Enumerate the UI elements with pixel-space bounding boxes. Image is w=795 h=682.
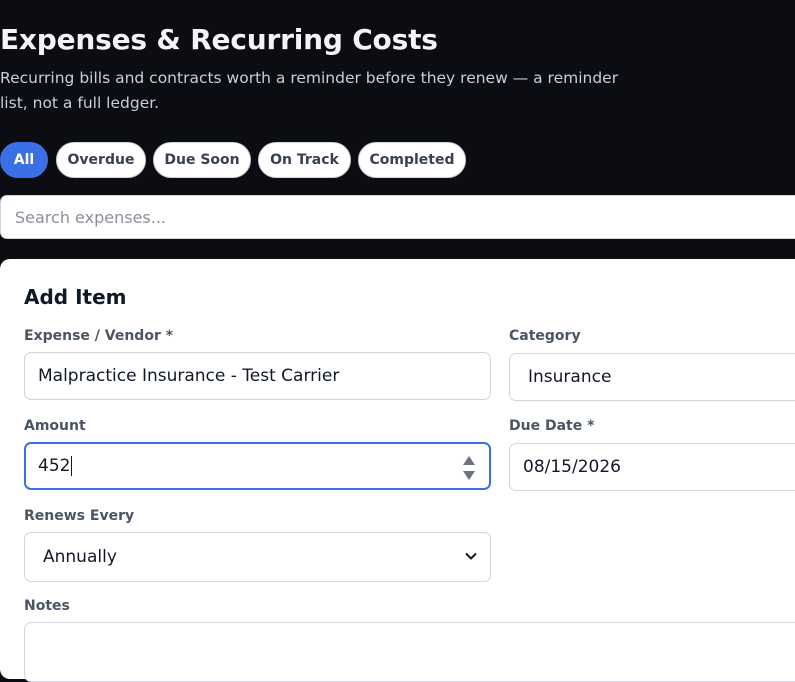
- renews-value: Annually: [43, 547, 117, 567]
- filter-chip-on-track[interactable]: On Track: [258, 142, 351, 178]
- filter-chip-label: Completed: [369, 152, 455, 168]
- filter-chip-due-soon[interactable]: Due Soon: [153, 142, 251, 178]
- category-label: Category: [509, 328, 581, 344]
- due-date-label: Due Date *: [509, 418, 595, 434]
- filter-chip-label: Overdue: [67, 152, 135, 168]
- number-spinner[interactable]: [463, 456, 475, 480]
- page-subtitle: Recurring bills and contracts worth a re…: [0, 69, 619, 112]
- filter-chip-label: All: [13, 152, 35, 168]
- card-title: Add Item: [24, 285, 127, 309]
- filter-chip-completed[interactable]: Completed: [358, 142, 466, 178]
- vendor-label: Expense / Vendor *: [24, 328, 174, 344]
- category-select[interactable]: Insurance: [509, 353, 795, 401]
- amount-field[interactable]: 452: [24, 442, 491, 490]
- amount-value: 452: [38, 456, 71, 476]
- filter-chip-overdue[interactable]: Overdue: [56, 142, 146, 178]
- vendor-value: Malpractice Insurance - Test Carrier: [38, 366, 340, 386]
- due-date-field[interactable]: 08/15/2026: [509, 443, 795, 491]
- page-title: Expenses & Recurring Costs: [0, 23, 438, 56]
- filter-chip-all[interactable]: All: [0, 142, 48, 178]
- category-value: Insurance: [528, 367, 612, 387]
- due-date-value: 08/15/2026: [523, 457, 621, 477]
- amount-label: Amount: [24, 418, 86, 434]
- chevron-down-icon: [465, 552, 477, 560]
- notes-textarea[interactable]: [24, 622, 795, 682]
- filter-chip-label: Due Soon: [164, 152, 240, 168]
- search-input[interactable]: [0, 195, 795, 239]
- renews-label: Renews Every: [24, 508, 135, 524]
- text-caret: [71, 456, 73, 476]
- vendor-field[interactable]: Malpractice Insurance - Test Carrier: [24, 352, 491, 400]
- filter-chip-label: On Track: [270, 152, 339, 168]
- notes-label: Notes: [24, 598, 70, 614]
- renews-select[interactable]: Annually: [24, 532, 491, 582]
- spinner-up-icon[interactable]: [463, 456, 475, 465]
- spinner-down-icon[interactable]: [463, 471, 475, 480]
